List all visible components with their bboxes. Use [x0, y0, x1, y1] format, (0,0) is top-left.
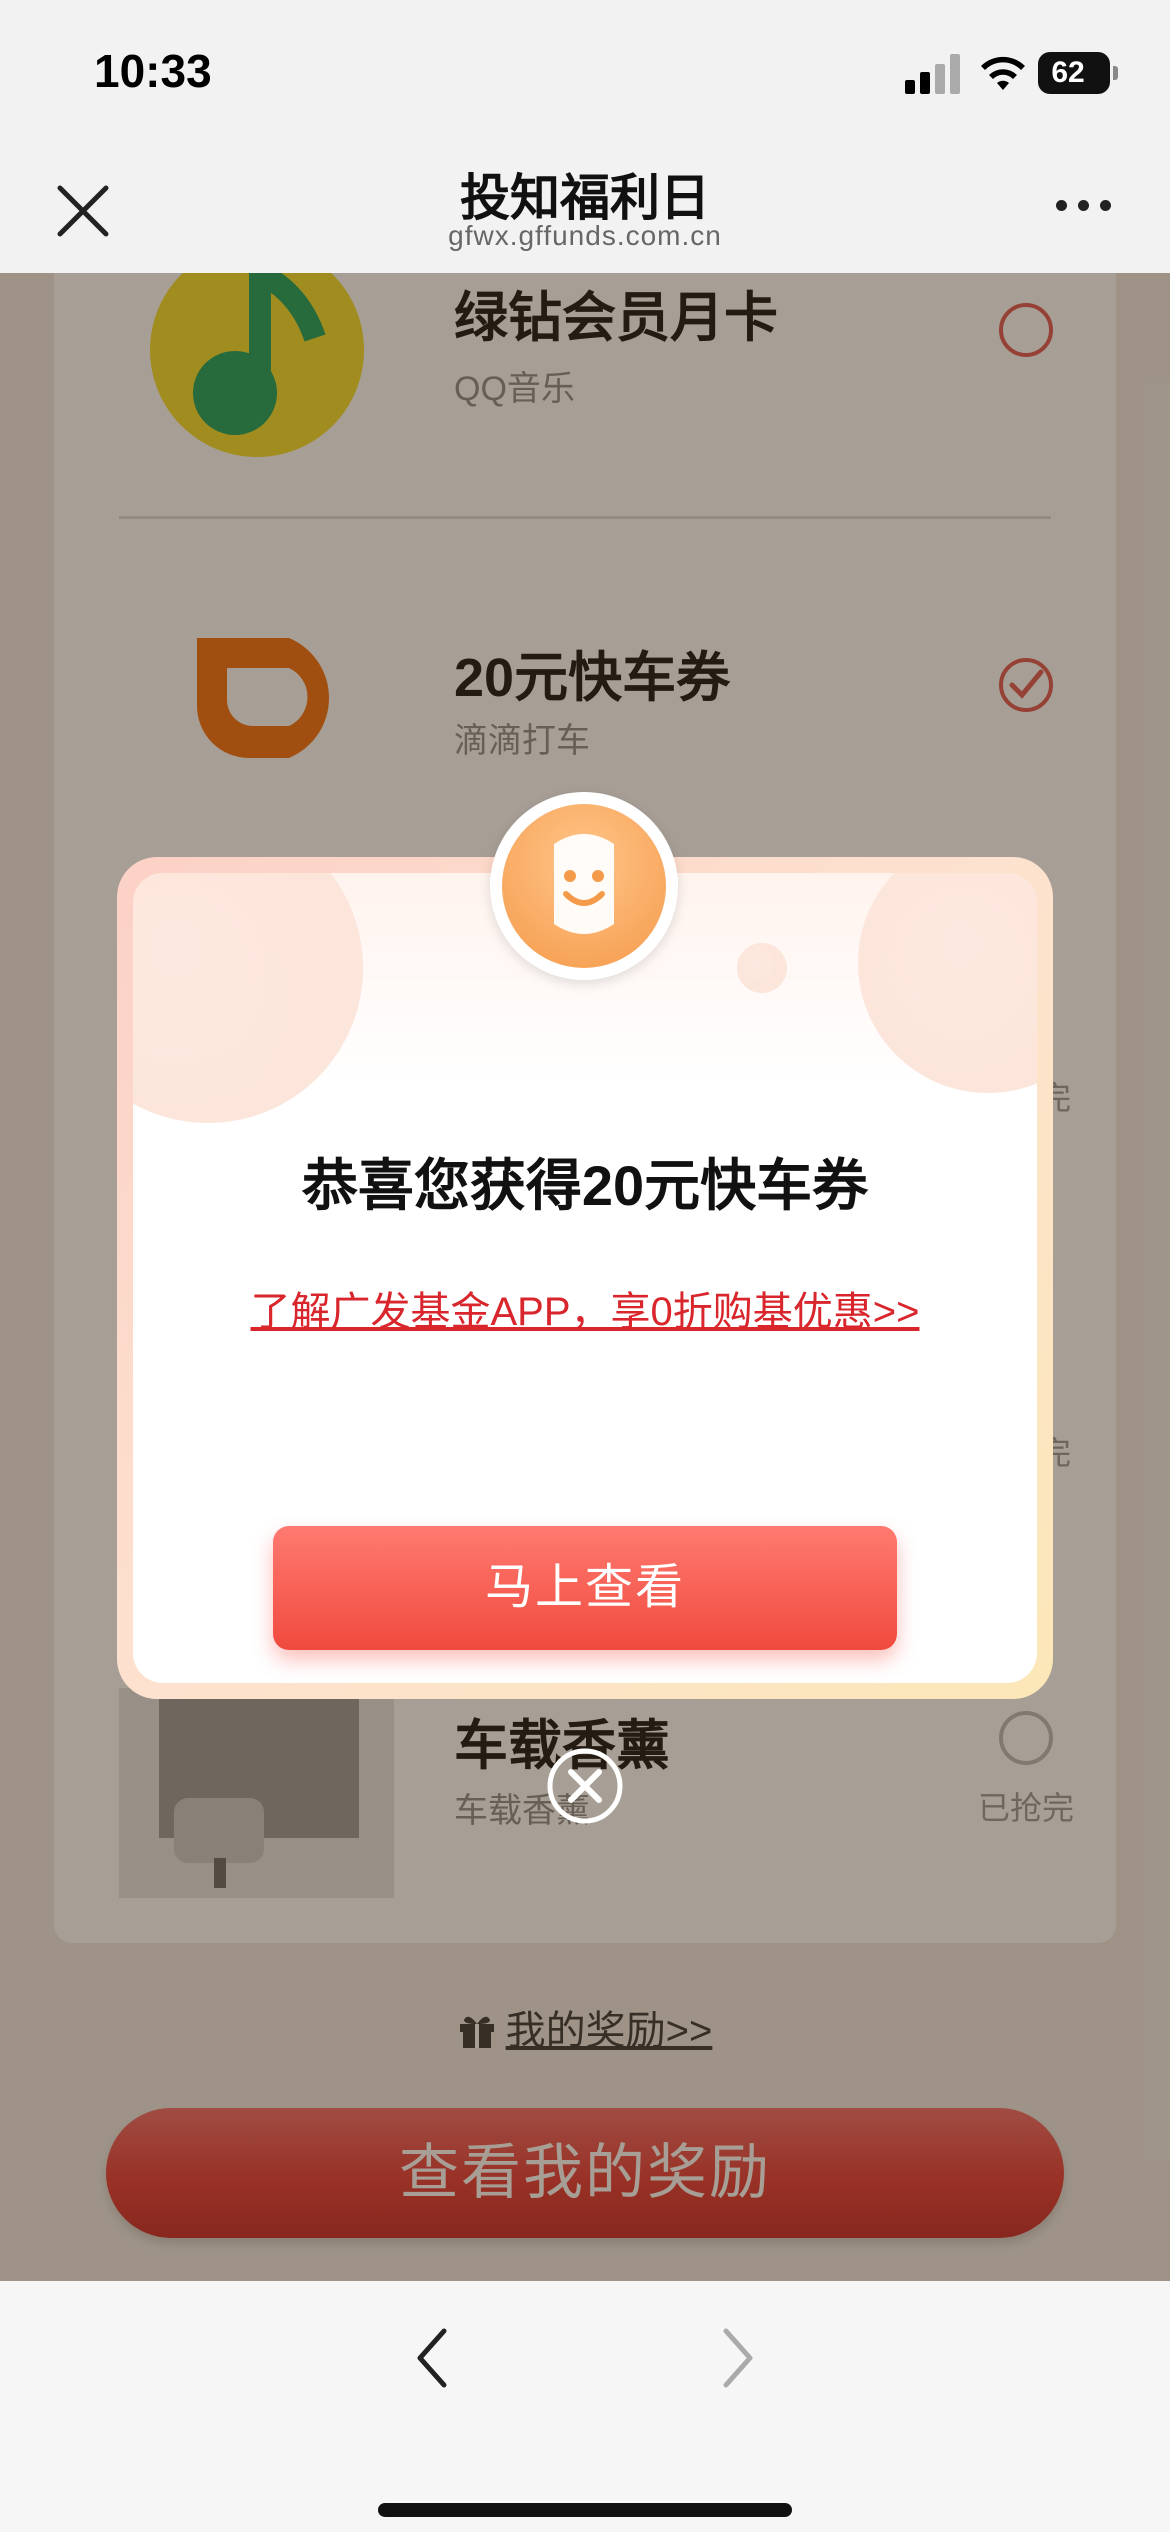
browser-bottom-bar [0, 2281, 1170, 2532]
decor-bubble [133, 873, 363, 1123]
decor-bubble [858, 873, 1037, 1093]
cellular-signal-icon [905, 54, 961, 94]
more-icon[interactable] [1056, 196, 1116, 216]
close-icon[interactable] [545, 1746, 625, 1826]
smile-icon [490, 792, 678, 980]
decor-bubble [737, 943, 787, 993]
battery-icon: 62 [1038, 52, 1118, 94]
promo-link[interactable]: 了解广发基金APP，享0折购基优惠>> [133, 1279, 1037, 1337]
battery-level: 62 [1051, 56, 1085, 89]
chevron-left-icon[interactable] [408, 2323, 458, 2393]
chevron-right-icon[interactable] [712, 2323, 762, 2393]
reward-modal: 恭喜您获得20元快车券 了解广发基金APP，享0折购基优惠>> 马上查看 [117, 857, 1053, 1699]
modal-title: 恭喜您获得20元快车券 [301, 1154, 869, 1217]
home-indicator [378, 2503, 792, 2517]
view-now-button[interactable]: 马上查看 [273, 1526, 897, 1650]
page-url: gfwx.gffunds.com.cn [448, 220, 722, 251]
browser-header: 10:33 62 投知福利日 gfwx.gffunds.com.cn [0, 0, 1170, 273]
status-time: 10:33 [94, 45, 212, 97]
reward-modal-body: 恭喜您获得20元快车券 了解广发基金APP，享0折购基优惠>> 马上查看 [133, 873, 1037, 1683]
wifi-icon [981, 56, 1025, 90]
